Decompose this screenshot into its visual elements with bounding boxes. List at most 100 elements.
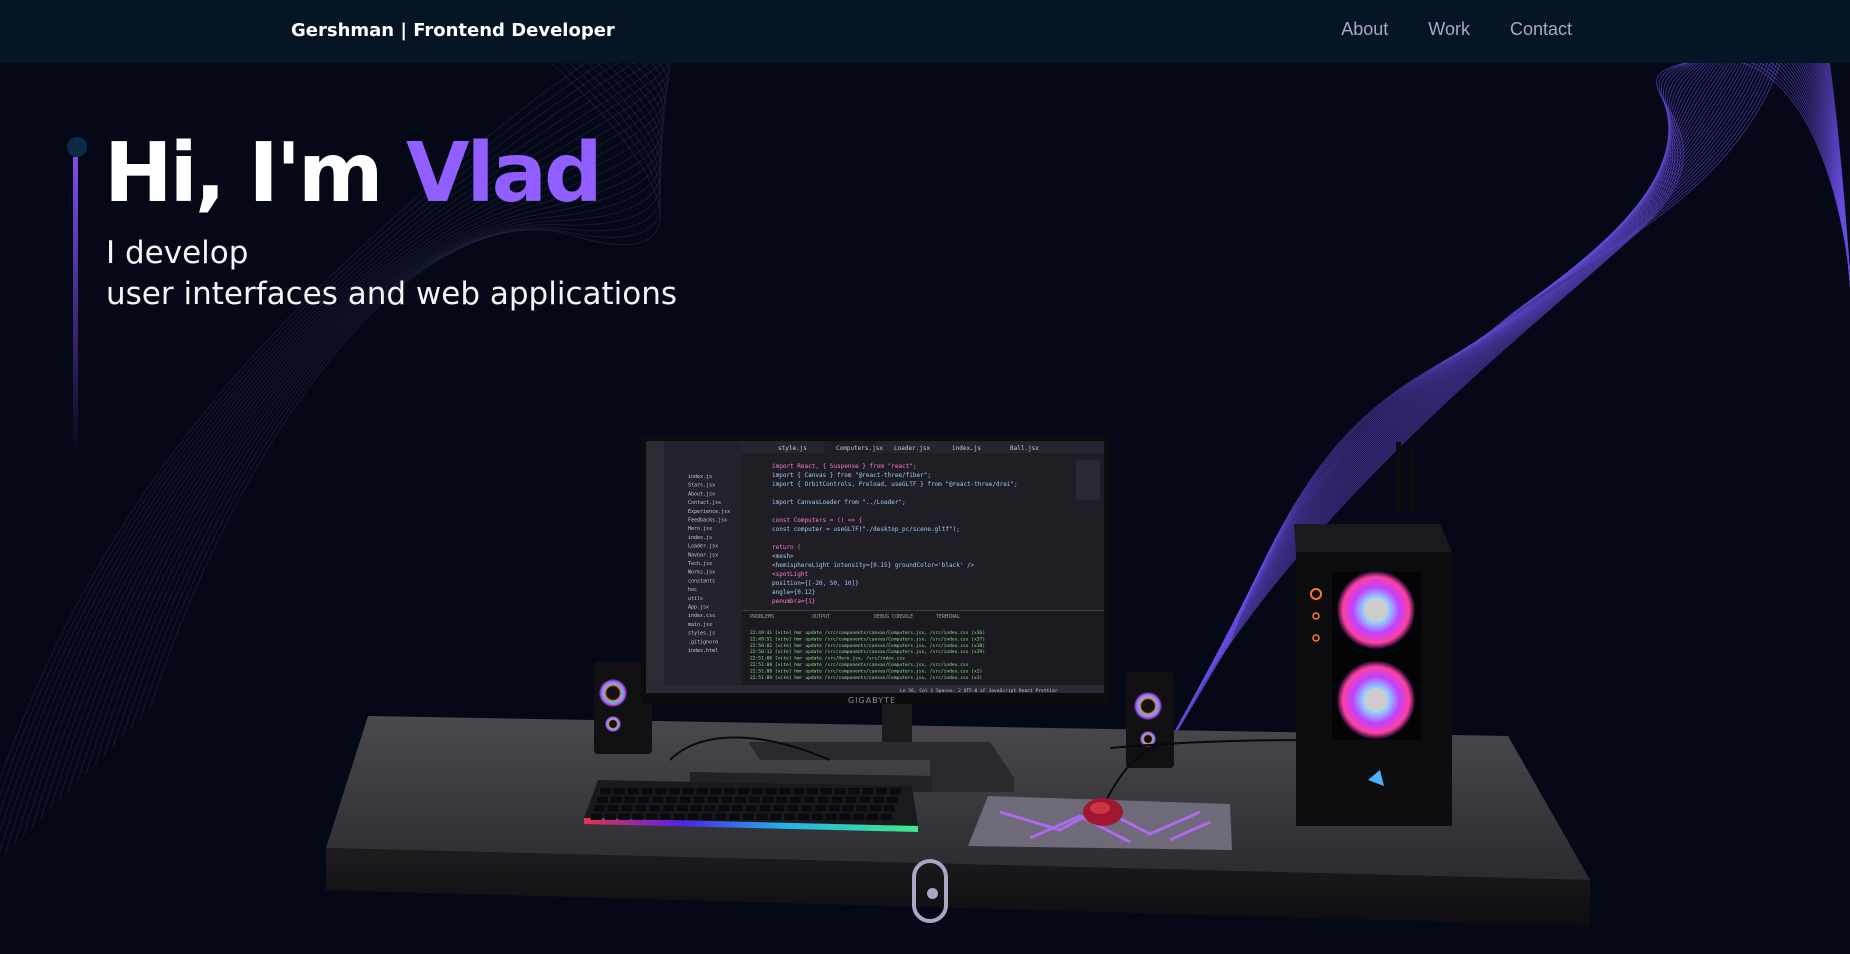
- keyboard-key: [604, 813, 616, 820]
- keyboard-key: [594, 805, 605, 812]
- keyboard-key: [883, 805, 895, 812]
- editor-tab: Ball.jsx: [1010, 445, 1039, 452]
- terminal-line: 22:50:12 [vite] hmr update /src/componen…: [750, 649, 985, 655]
- explorer-file: About.jsx: [688, 491, 715, 497]
- explorer-file: Tech.jsx: [688, 561, 712, 567]
- terminal-line: 22:49:41 [vite] hmr update /src/componen…: [750, 630, 985, 636]
- code-line: <mesh>: [772, 553, 794, 560]
- keyboard-key: [627, 788, 639, 795]
- brand-logo[interactable]: Gershman | Frontend Developer: [291, 20, 615, 41]
- editor-tab: Loader.jsx: [894, 445, 931, 452]
- navbar: Gershman | Frontend Developer About Work…: [0, 0, 1850, 63]
- desktop-pc-3d-scene[interactable]: style.js Computers.jsx Loader.jsx index.js B…: [0, 0, 1850, 954]
- keyboard-key: [690, 805, 702, 812]
- explorer-file: index.js: [688, 474, 712, 480]
- panel-tab: OUTPUT: [812, 614, 830, 620]
- mouse: [1083, 798, 1123, 826]
- keyboard-key: [738, 788, 749, 795]
- keyboard-key: [770, 813, 782, 820]
- explorer-file: .gitignore: [688, 639, 718, 645]
- keyboard-key: [853, 813, 865, 820]
- terminal-line: 22:51:08 [vite] hmr update /src/componen…: [750, 668, 982, 674]
- panel-tab: TERMINAL: [936, 614, 960, 620]
- keyboard-key: [652, 796, 664, 803]
- keyboard-key: [867, 813, 878, 820]
- keyboard-key: [597, 796, 608, 803]
- keyboard-key: [862, 788, 874, 795]
- keyboard-key: [793, 788, 805, 795]
- keyboard-key: [834, 788, 846, 795]
- keyboard-key: [682, 788, 694, 795]
- keyboard-key: [811, 813, 823, 820]
- explorer-file: Loader.jsx: [688, 544, 718, 550]
- keyboard-key: [707, 796, 719, 803]
- keyboard-key: [715, 813, 727, 820]
- scroll-dot: [927, 888, 938, 899]
- right-speaker: [1126, 672, 1174, 768]
- editor-tab: Computers.jsx: [836, 445, 883, 452]
- keyboard-key: [721, 796, 733, 803]
- keyboard-key: [735, 796, 746, 803]
- keyboard-key: [600, 788, 611, 795]
- explorer-file: index.css: [688, 613, 715, 619]
- keyboard-key: [710, 788, 722, 795]
- keyboard-key: [618, 813, 630, 820]
- keyboard-key: [718, 805, 730, 812]
- keyboard-key: [779, 788, 791, 795]
- terminal-line: 22:49:51 [vite] hmr update /src/componen…: [750, 636, 985, 642]
- keyboard-key: [745, 805, 757, 812]
- code-line: import CanvasLoader from "../Loader";: [772, 499, 906, 506]
- keyboard-key: [873, 796, 884, 803]
- code-line: <hemisphereLight intensity={0.15} ground…: [772, 562, 975, 569]
- keyboard-key: [814, 805, 826, 812]
- keyboard-key: [646, 813, 658, 820]
- keyboard-key: [591, 813, 602, 820]
- keyboard-key: [663, 805, 674, 812]
- keyboard-key: [696, 788, 708, 795]
- keyboard-key: [613, 788, 625, 795]
- keyboard-key: [801, 805, 812, 812]
- keyboard-key: [776, 796, 788, 803]
- explorer-file: index.html: [688, 648, 718, 654]
- keyboard-key: [870, 805, 881, 812]
- monitor: style.js Computers.jsx Loader.jsx index.js B…: [641, 436, 1109, 705]
- nav-link-contact[interactable]: Contact: [1510, 19, 1572, 40]
- keyboard-key: [828, 805, 840, 812]
- keyboard-key: [679, 796, 691, 803]
- explorer-file: index.js: [688, 535, 712, 541]
- nav-link-work[interactable]: Work: [1428, 19, 1470, 40]
- explorer-file: Hero.jsx: [688, 526, 712, 532]
- keyboard-key: [807, 788, 818, 795]
- pc-tower: [1294, 442, 1452, 826]
- code-line: import { Canvas } from "@react-three/fib…: [772, 472, 931, 479]
- explorer-file: App.jsx: [688, 605, 709, 611]
- code-line: import React, { Suspense } from "react";: [772, 463, 917, 470]
- scroll-down-indicator[interactable]: [912, 859, 948, 923]
- keyboard-key: [880, 813, 892, 820]
- code-line: angle={0.12}: [772, 589, 815, 596]
- keyboard-key: [660, 813, 671, 820]
- keyboard-key: [641, 788, 653, 795]
- nav-links: About Work Contact: [1341, 19, 1572, 40]
- keyboard-key: [825, 813, 837, 820]
- code-line: position={[-20, 50, 10]}: [772, 580, 859, 587]
- explorer-file: constants: [688, 578, 715, 584]
- keyboard-key: [831, 796, 843, 803]
- explorer-file: Navbar.jsx: [688, 552, 718, 558]
- keyboard-key: [804, 796, 815, 803]
- explorer-file: hoc: [688, 587, 697, 593]
- code-line: penumbra={1}: [772, 598, 815, 605]
- editor-tab: style.js: [778, 445, 807, 452]
- explorer-file: utils: [688, 596, 703, 602]
- keyboard-key: [635, 805, 647, 812]
- nav-link-about[interactable]: About: [1341, 19, 1388, 40]
- keyboard-key: [817, 796, 829, 803]
- keyboard-key: [704, 805, 716, 812]
- editor-tab: index.js: [952, 445, 981, 452]
- keyboard-key: [669, 788, 680, 795]
- keyboard-key: [632, 813, 644, 820]
- keyboard-key: [790, 796, 802, 803]
- keyboard-key: [687, 813, 699, 820]
- code-line: return (: [772, 544, 801, 551]
- explorer-file: Feedbacks.jsx: [688, 518, 727, 524]
